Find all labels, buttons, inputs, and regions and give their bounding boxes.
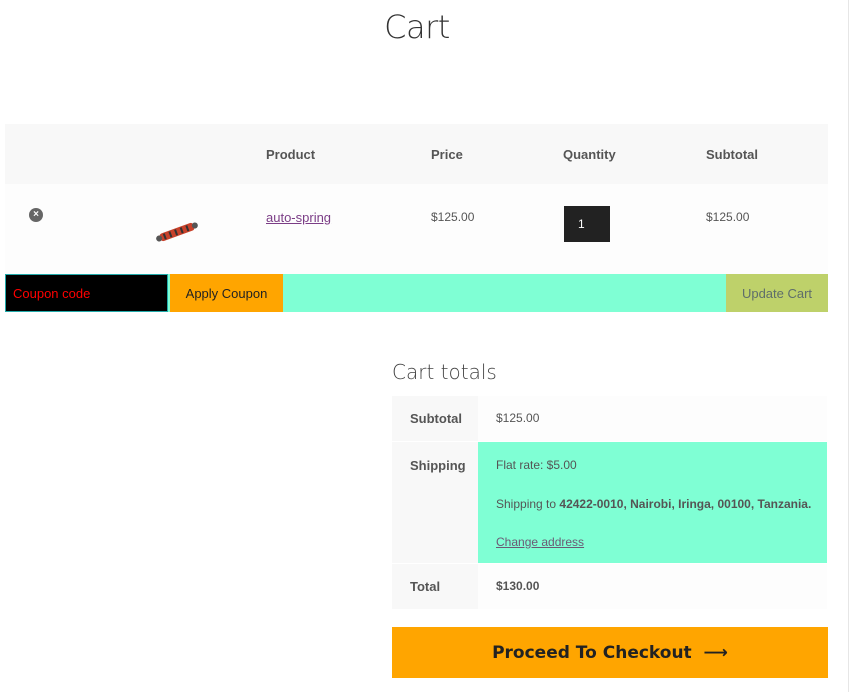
header-price: Price: [431, 147, 463, 162]
table-header: Product Price Quantity Subtotal: [5, 124, 828, 184]
row-subtotal: $125.00: [706, 210, 750, 224]
shipping-to-prefix: Shipping to: [496, 497, 560, 511]
cart-table: Product Price Quantity Subtotal × auto-s…: [5, 124, 828, 274]
shipping-destination: Shipping to 42422-0010, Nairobi, Iringa,…: [496, 497, 811, 511]
arrow-right-icon: ⟶: [703, 642, 728, 663]
page-border: [848, 0, 849, 692]
shipping-rate: Flat rate: $5.00: [496, 458, 577, 472]
coupon-code-input[interactable]: [5, 274, 168, 312]
shipping-details: Flat rate: $5.00 Shipping to 42422-0010,…: [478, 442, 827, 563]
update-cart-button[interactable]: Update Cart: [726, 274, 828, 312]
quantity-input[interactable]: [564, 206, 610, 242]
total-value: $130.00: [478, 564, 827, 609]
product-thumbnail[interactable]: [153, 214, 201, 250]
shipping-address: 42422-0010, Nairobi, Iringa, 00100, Tanz…: [559, 497, 812, 511]
apply-coupon-button[interactable]: Apply Coupon: [170, 274, 283, 312]
remove-item-icon[interactable]: ×: [29, 208, 43, 222]
subtotal-label: Subtotal: [392, 396, 478, 441]
checkout-label: Proceed To Checkout: [492, 642, 692, 663]
total-label: Total: [392, 564, 478, 609]
product-price: $125.00: [431, 210, 475, 224]
header-subtotal: Subtotal: [706, 147, 758, 162]
change-address-link[interactable]: Change address: [496, 535, 584, 549]
subtotal-value: $125.00: [478, 396, 827, 441]
header-product: Product: [266, 147, 316, 162]
cart-totals-title: Cart totals: [392, 360, 497, 384]
proceed-to-checkout-button[interactable]: Proceed To Checkout ⟶: [392, 627, 828, 678]
shipping-label: Shipping: [392, 442, 478, 563]
cart-actions: Apply Coupon Update Cart: [5, 274, 828, 312]
table-row: × auto-spring $125.00 $125.00: [5, 184, 828, 274]
product-link[interactable]: auto-spring: [266, 210, 331, 225]
page-title: Cart: [384, 8, 450, 46]
header-quantity: Quantity: [563, 147, 616, 162]
